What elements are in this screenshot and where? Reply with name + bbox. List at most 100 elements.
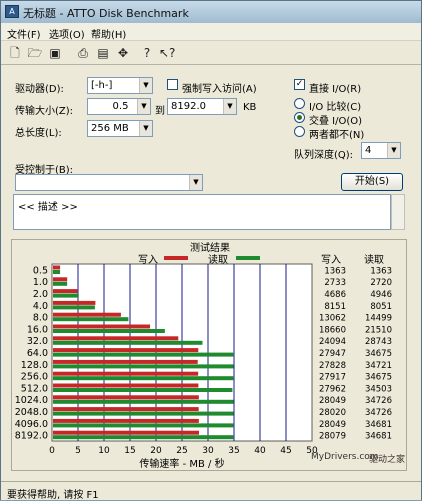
bar-write: [53, 359, 198, 364]
x-tick-label: 35: [228, 446, 239, 456]
new-icon[interactable]: 🗋: [7, 45, 23, 61]
menu-help[interactable]: 帮助(H): [91, 26, 126, 41]
save-icon[interactable]: ▣: [47, 45, 63, 61]
bar-write: [53, 395, 199, 400]
write-value-label: 2733: [324, 278, 346, 288]
chevron-down-icon: ▼: [139, 78, 152, 93]
write-value-label: 27947: [319, 349, 346, 359]
move-icon[interactable]: ✥: [115, 45, 131, 61]
title-bar[interactable]: A 无标题 - ATTO Disk Benchmark: [1, 1, 421, 23]
force-write-checkbox[interactable]: [167, 79, 178, 90]
x-axis-label: 传输速率 - MB / 秒: [139, 457, 224, 470]
x-tick-labels: 0 5 10 15 20 25 30 35 40 45 50: [49, 446, 318, 456]
menu-options[interactable]: 选项(O): [49, 26, 85, 41]
queue-depth-select[interactable]: 4 ▼: [361, 142, 401, 159]
bar-write: [53, 265, 61, 270]
write-value-label: 18660: [319, 325, 346, 335]
write-value-label: 8151: [324, 302, 346, 312]
read-value-label: 34726: [365, 408, 392, 418]
app-window: A 无标题 - ATTO Disk Benchmark 文件(F) 选项(O) …: [0, 0, 422, 501]
transfer-from-select[interactable]: 0.5 ▼: [87, 98, 151, 115]
read-value-label: 34681: [365, 432, 392, 442]
watermark-name: 驱动之家: [369, 455, 406, 465]
total-length-label: 总长度(L):: [15, 128, 62, 139]
total-length-select[interactable]: 256 MB ▼: [87, 120, 153, 137]
bar-write: [53, 348, 199, 353]
write-value-label: 28049: [319, 420, 346, 430]
write-value-label: 24094: [319, 337, 346, 347]
io-overlap-label: 交叠 I/O(O): [309, 116, 363, 127]
io-overlap-radio[interactable]: [294, 112, 305, 123]
print-preview-icon[interactable]: ▤: [95, 45, 111, 61]
bar-write: [53, 418, 199, 423]
description-scrollbar[interactable]: [391, 194, 405, 230]
queue-depth-value: 4: [365, 145, 372, 156]
help-icon[interactable]: ?: [139, 45, 155, 61]
print-icon[interactable]: ⎙: [75, 45, 91, 61]
category-label: 8192.0: [15, 431, 48, 442]
results-panel: 测试结果 写入 读取 写入 读取 0.5 1.0 2.0 4.0 8.0 16.0 32.0…: [11, 239, 407, 471]
legend-read-swatch: [236, 256, 260, 260]
io-compare-radio[interactable]: [294, 98, 305, 109]
force-write-label: 强制写入访问(A): [182, 84, 257, 95]
window-title: 无标题 - ATTO Disk Benchmark: [23, 7, 189, 20]
read-value-label: 4946: [370, 290, 392, 300]
transfer-to-select[interactable]: 8192.0 ▼: [167, 98, 237, 115]
bar-read: [53, 317, 129, 322]
controlled-by-select[interactable]: ▼: [15, 174, 203, 191]
write-value-label: 13062: [319, 314, 346, 324]
category-labels: 0.51.02.04.08.016.032.064.0128.0256.0512…: [15, 265, 48, 441]
category-label: 2048.0: [15, 407, 48, 418]
read-value-label: 14499: [365, 314, 392, 324]
context-help-icon[interactable]: ↖?: [159, 45, 175, 61]
bar-read: [53, 364, 234, 369]
bar-read: [53, 399, 234, 404]
legend-write-swatch: [164, 256, 188, 260]
bar-read: [53, 411, 234, 416]
category-label: 0.5: [33, 265, 48, 276]
category-label: 512.0: [21, 383, 48, 394]
read-value-label: 34726: [365, 396, 392, 406]
neither-radio[interactable]: [294, 126, 305, 137]
drive-select[interactable]: [-h-] ▼: [87, 77, 153, 94]
chevron-down-icon: ▼: [387, 143, 400, 158]
x-tick-label: 0: [49, 446, 55, 456]
status-bar: 要获得帮助, 请按 F1: [1, 481, 421, 501]
read-value-label: 2720: [370, 278, 392, 288]
bar-read: [53, 329, 165, 333]
description-text: << 描述 >>: [18, 202, 78, 213]
write-value-label: 28020: [319, 408, 346, 418]
bar-read: [53, 388, 233, 392]
x-tick-label: 20: [150, 446, 162, 456]
status-text: 要获得帮助, 请按 F1: [7, 490, 99, 501]
x-tick-label: 30: [202, 446, 214, 456]
bar-write: [53, 371, 199, 376]
category-label: 1.0: [33, 277, 48, 288]
io-compare-label: I/O 比较(C): [309, 102, 362, 113]
start-button[interactable]: 开始(S): [341, 173, 403, 191]
chevron-down-icon: ▼: [223, 99, 236, 114]
bar-read: [53, 423, 234, 428]
transfer-size-label: 传输大小(Z):: [15, 106, 74, 117]
chevron-down-icon: ▼: [139, 121, 152, 136]
x-tick-label: 5: [75, 446, 81, 456]
description-textarea[interactable]: << 描述 >>: [13, 194, 391, 230]
category-label: 64.0: [27, 348, 48, 359]
menu-file[interactable]: 文件(F): [7, 26, 41, 41]
transfer-to-value: 8192.0: [171, 101, 206, 112]
bar-write: [53, 277, 68, 282]
bar-write: [53, 407, 199, 412]
category-label: 256.0: [21, 372, 48, 383]
bar-read: [53, 305, 95, 310]
total-length-value: 256 MB: [91, 123, 129, 134]
category-label: 1024.0: [15, 395, 48, 406]
category-label: 16.0: [27, 324, 48, 335]
bar-read: [53, 352, 234, 357]
x-tick-label: 40: [254, 446, 266, 456]
category-label: 4096.0: [15, 419, 48, 430]
to-label: 到: [155, 106, 165, 117]
open-icon[interactable]: 🗁: [27, 45, 43, 61]
app-icon: A: [5, 5, 19, 18]
direct-io-checkbox[interactable]: ✓: [294, 79, 305, 90]
read-value-label: 28743: [365, 337, 392, 347]
